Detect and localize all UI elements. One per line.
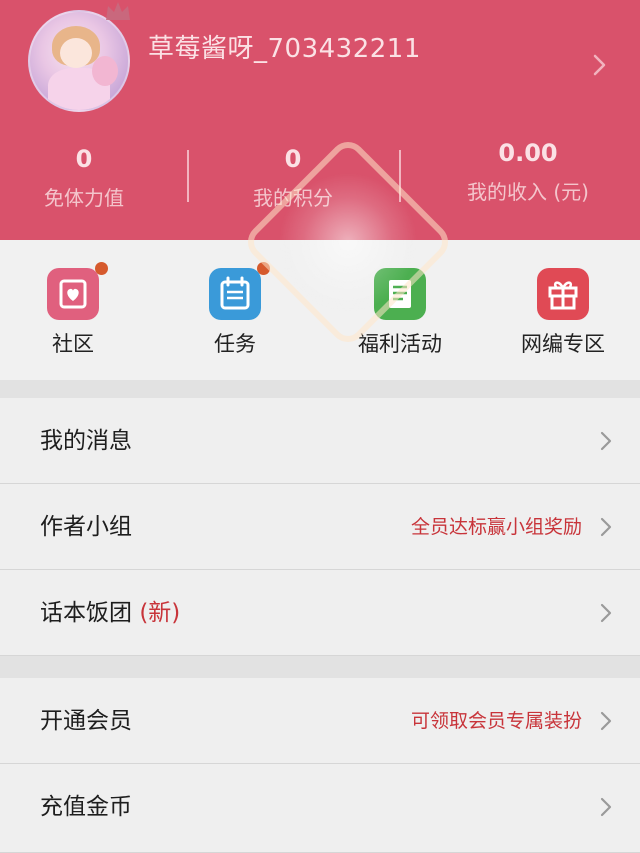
menu-item-note: 可领取会员专属装扮 — [410, 710, 582, 732]
avatar[interactable] — [28, 10, 130, 112]
task-icon — [209, 262, 270, 320]
chevron-right-icon — [600, 431, 612, 451]
section-gap — [0, 380, 640, 398]
menu-item-label: 话本饭团 (新) — [40, 570, 180, 656]
community-icon — [47, 262, 108, 320]
menu-item-label: 开通会员 — [40, 678, 132, 764]
menu-item-label: 我的消息 — [40, 398, 132, 484]
chevron-right-icon — [600, 603, 612, 623]
stat-divider — [187, 150, 189, 202]
stat-value: 0 — [284, 145, 302, 173]
stat-value: 0.00 — [498, 139, 558, 167]
username: 草莓酱呀_703432211 — [148, 34, 421, 64]
menu-item-fan-group[interactable]: 话本饭团 (新) — [0, 570, 640, 656]
gift-icon — [537, 268, 589, 320]
benefit-icon — [374, 268, 426, 320]
stat-points[interactable]: 0 我的积分 — [203, 142, 383, 211]
chevron-right-icon — [600, 797, 612, 817]
profile-header[interactable]: 草莓酱呀_703432211 0 免体力值 0 我的积分 0.00 我的收入 (… — [0, 0, 640, 240]
chevron-right-icon[interactable] — [588, 52, 610, 78]
menu-item-text: 作者小组 — [40, 514, 132, 540]
action-label: 任务 — [214, 332, 256, 356]
action-label: 网编专区 — [521, 332, 605, 356]
menu-item-author-group[interactable]: 作者小组 全员达标赢小组奖励 — [0, 484, 640, 570]
notification-dot — [95, 262, 108, 275]
action-community[interactable]: 社区 — [0, 262, 148, 358]
menu-item-text: 充值金币 — [40, 794, 132, 820]
action-benefit[interactable]: 福利活动 — [325, 268, 475, 358]
chevron-right-icon — [600, 517, 612, 537]
avatar-bear — [92, 56, 118, 86]
menu-item-label: 充值金币 — [40, 764, 132, 850]
stat-label: 我的积分 — [253, 186, 333, 210]
crown-icon — [106, 2, 130, 20]
notification-dot — [257, 262, 270, 275]
menu-item-text: 我的消息 — [40, 428, 132, 454]
quick-actions: 社区 任务 福利活动 网编专区 — [0, 240, 640, 380]
new-badge: (新) — [139, 600, 181, 626]
action-task[interactable]: 任务 — [160, 262, 310, 358]
action-label: 社区 — [52, 332, 94, 356]
menu-item-messages[interactable]: 我的消息 — [0, 398, 640, 484]
profile-page: 草莓酱呀_703432211 0 免体力值 0 我的积分 0.00 我的收入 (… — [0, 0, 640, 853]
action-label: 福利活动 — [358, 332, 442, 356]
menu-item-text: 开通会员 — [40, 708, 132, 734]
menu-item-recharge[interactable]: 充值金币 — [0, 764, 640, 853]
action-editor-zone[interactable]: 网编专区 — [488, 268, 638, 358]
stat-stamina[interactable]: 0 免体力值 — [0, 142, 174, 211]
stat-label: 免体力值 — [44, 186, 124, 210]
menu-item-note: 全员达标赢小组奖励 — [410, 516, 582, 538]
chevron-right-icon — [600, 711, 612, 731]
stat-divider — [399, 150, 401, 202]
stat-value: 0 — [75, 145, 93, 173]
stat-label: 我的收入 (元) — [467, 180, 589, 204]
section-gap — [0, 656, 640, 678]
avatar-face — [60, 38, 92, 68]
menu-item-label: 作者小组 — [40, 484, 132, 570]
menu-item-membership[interactable]: 开通会员 可领取会员专属装扮 — [0, 678, 640, 764]
menu-item-text: 话本饭团 — [40, 600, 132, 626]
stat-income[interactable]: 0.00 我的收入 (元) — [438, 136, 618, 205]
